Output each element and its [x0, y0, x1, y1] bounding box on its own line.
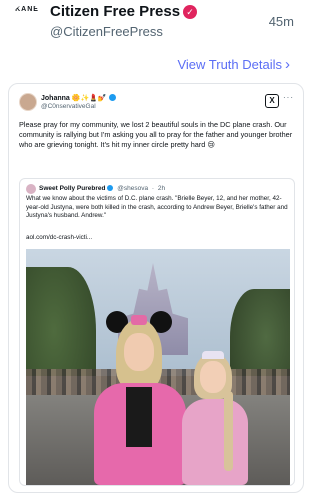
author-name[interactable]: Citizen Free Press ✓ — [50, 3, 198, 20]
girl-face — [200, 361, 226, 393]
embedded-post-text: Please pray for my community, we lost 2 … — [19, 120, 293, 149]
author-handle[interactable]: @CitizenFreePress — [50, 24, 163, 39]
embedded-author-handle[interactable]: @C0nservativeGal — [41, 103, 96, 110]
photo-girl — [176, 347, 256, 485]
quoted-author-avatar[interactable] — [26, 184, 36, 194]
quoted-author-handle[interactable]: @shesova — [117, 185, 148, 192]
author-name-text: Citizen Free Press — [50, 3, 181, 20]
girl-tiara — [202, 351, 224, 359]
author-avatar[interactable]: KANE — [11, 4, 43, 40]
quoted-post[interactable]: Sweet Polly Purebred @shesova · 2h What … — [19, 178, 295, 486]
x-logo-icon[interactable]: X — [265, 94, 279, 108]
post-time: 45m — [268, 14, 294, 29]
quoted-separator: · — [151, 185, 155, 192]
embedded-post-header: Johanna 🌼✨💄💅 @C0nservativeGal X ··· — [9, 84, 303, 112]
post-header: KANE Citizen Free Press ✓ @CitizenFreePre… — [0, 0, 306, 48]
embedded-author-name[interactable]: Johanna 🌼✨💄💅 — [41, 94, 116, 102]
quoted-post-photo[interactable] — [26, 249, 290, 485]
girl-pink-jacket — [182, 399, 248, 485]
woman-black-top — [126, 387, 152, 447]
avatar-text: KANE — [15, 6, 39, 13]
quoted-author-name[interactable]: Sweet Polly Purebred — [39, 185, 105, 192]
quoted-post-time: 2h — [157, 185, 166, 192]
woman-face — [124, 333, 154, 371]
embedded-author-avatar[interactable] — [19, 93, 37, 111]
view-truth-details-link[interactable]: View Truth Details › — [177, 56, 290, 73]
mouse-ears-bow — [131, 315, 147, 325]
more-options-icon[interactable]: ··· — [283, 93, 294, 102]
verified-badge-icon — [108, 94, 116, 101]
embedded-author-name-text: Johanna — [41, 95, 70, 102]
verified-badge-icon — [107, 185, 114, 191]
chevron-right-icon: › — [285, 56, 290, 73]
quoted-post-link[interactable]: aol.com/dc-crash-victi... — [26, 234, 92, 241]
quoted-author-line: Sweet Polly Purebred @shesova · 2h — [39, 185, 165, 192]
view-truth-details-label: View Truth Details — [177, 57, 282, 72]
embedded-author-emojis: 🌼✨💄💅 — [71, 95, 107, 102]
quoted-post-text: What we know about the victims of D.C. p… — [26, 195, 288, 220]
verified-badge-icon: ✓ — [183, 5, 198, 20]
embedded-post-card[interactable]: Johanna 🌼✨💄💅 @C0nservativeGal X ··· Plea… — [8, 83, 304, 493]
girl-braid — [224, 391, 233, 471]
photo-woman — [90, 311, 188, 485]
